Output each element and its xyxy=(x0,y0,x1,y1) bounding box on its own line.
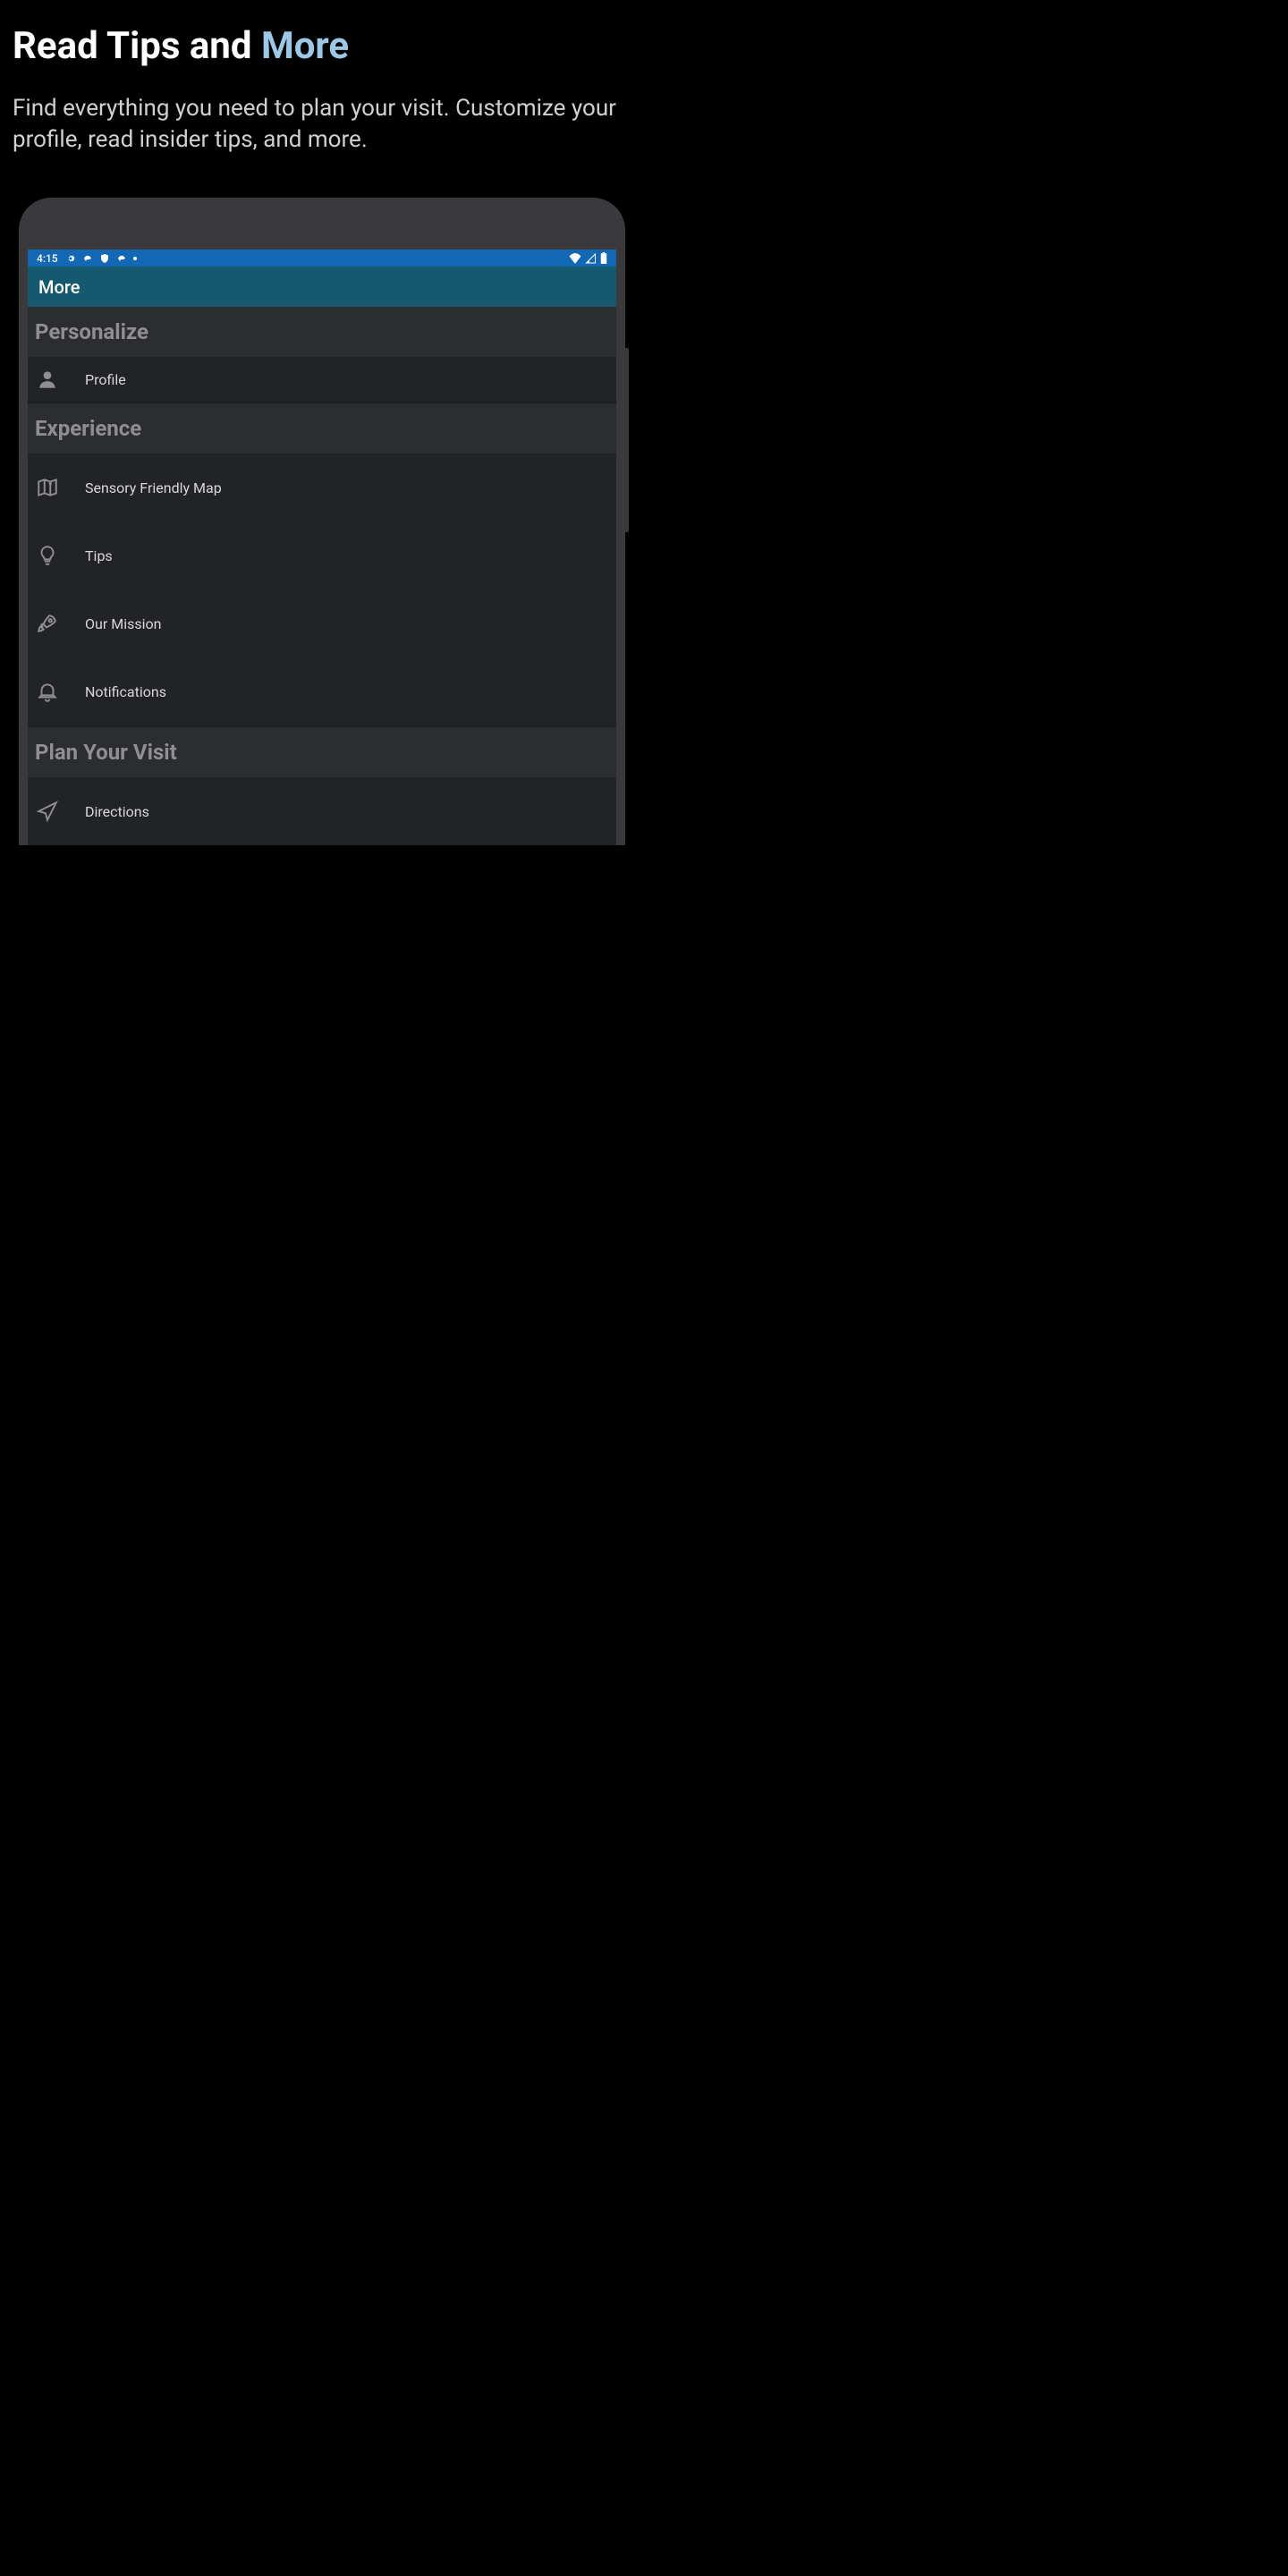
status-bar: 4:15 xyxy=(28,250,616,267)
list-item-sensory-map[interactable]: Sensory Friendly Map xyxy=(28,453,616,521)
status-dot-icon xyxy=(133,257,137,260)
page-subtitle: Find everything you need to plan your vi… xyxy=(0,68,644,156)
phone-screen: 4:15 More Personalize xyxy=(28,250,616,845)
send-icon xyxy=(35,799,60,824)
phone-frame: 4:15 More Personalize xyxy=(19,198,625,845)
section-header-label: Personalize xyxy=(35,319,148,344)
list-item-profile[interactable]: Profile xyxy=(28,357,616,402)
list-item-our-mission[interactable]: Our Mission xyxy=(28,589,616,657)
list-item-label: Profile xyxy=(85,371,126,388)
rocket-icon xyxy=(35,611,60,636)
section-header-personalize: Personalize xyxy=(28,307,616,357)
map-icon xyxy=(35,475,60,500)
person-icon xyxy=(35,367,60,392)
status-time: 4:15 xyxy=(37,252,58,265)
bird-icon xyxy=(82,253,93,264)
section-header-label: Experience xyxy=(35,416,141,441)
phone-side-button xyxy=(625,348,629,445)
signal-icon xyxy=(585,253,597,264)
app-bar: More xyxy=(28,267,616,307)
wifi-icon xyxy=(569,253,581,264)
subtitle-text: Find everything you need to plan your vi… xyxy=(13,93,631,156)
gear-icon xyxy=(65,253,76,264)
section-header-plan-visit: Plan Your Visit xyxy=(28,727,616,777)
page-title: Read Tips and More xyxy=(0,0,644,68)
bell-icon xyxy=(35,679,60,704)
title-accent: More xyxy=(261,24,349,68)
app-bar-title: More xyxy=(38,276,80,298)
battery-icon xyxy=(600,252,607,264)
list-item-tips[interactable]: Tips xyxy=(28,521,616,589)
list-item-notifications[interactable]: Notifications xyxy=(28,657,616,725)
list-item-directions[interactable]: Directions xyxy=(28,777,616,845)
shield-icon xyxy=(99,253,110,264)
section-header-label: Plan Your Visit xyxy=(35,740,177,765)
list-item-label: Directions xyxy=(85,803,149,820)
title-prefix: Read Tips and xyxy=(13,24,261,68)
section-header-experience: Experience xyxy=(28,403,616,453)
list-item-label: Notifications xyxy=(85,683,166,700)
list-item-label: Sensory Friendly Map xyxy=(85,479,222,496)
bird-icon xyxy=(116,253,127,264)
list-item-label: Tips xyxy=(85,547,113,564)
phone-side-button xyxy=(625,436,629,532)
lightbulb-icon xyxy=(35,543,60,568)
list-item-label: Our Mission xyxy=(85,615,161,632)
